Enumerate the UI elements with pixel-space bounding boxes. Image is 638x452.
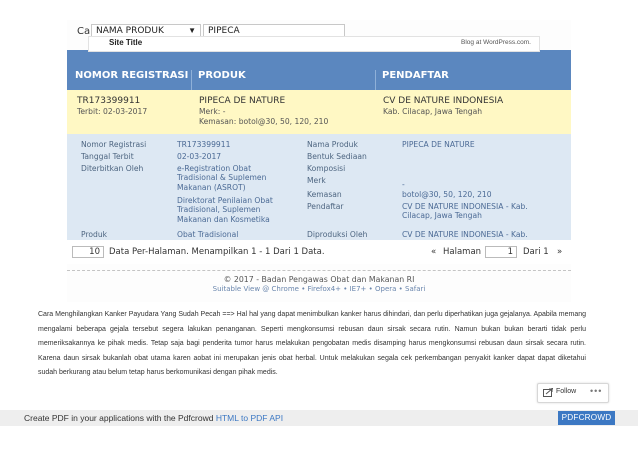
column-divider — [191, 70, 192, 90]
detail-value: Obat Tradisional — [177, 230, 239, 239]
detail-value: Direktorat Penilaian Obat Tradisional, S… — [177, 196, 273, 224]
site-header: Site Title Blog at WordPress.com. — [88, 36, 540, 52]
column-header-product: PRODUK — [198, 70, 246, 81]
detail-label: Diproduksi Oleh — [307, 230, 368, 239]
detail-label: Komposisi — [307, 164, 346, 173]
detail-label: Nama Produk — [307, 140, 358, 149]
pdfcrowd-message: Create PDF in your applications with the… — [24, 413, 214, 423]
detail-label: Bentuk Sediaan — [307, 152, 367, 161]
footer-divider — [67, 270, 571, 272]
browser-compat-text: Suitable View @ Chrome • Firefox4+ • IE7… — [212, 285, 426, 293]
per-page-input: 10 — [72, 246, 104, 258]
search-field-value: NAMA PRODUK — [96, 26, 164, 36]
embedded-screenshot: Cari NAMA PRODUK ▼ PIPECA NOMOR REGISTRA… — [67, 20, 571, 302]
column-header-registration: NOMOR REGISTRASI — [75, 70, 189, 81]
detail-value: TR173399911 — [177, 140, 231, 149]
follow-icon — [543, 388, 553, 397]
reg-number: TR173399911 — [77, 96, 141, 106]
registrant-name: CV DE NATURE INDONESIA — [383, 96, 504, 106]
detail-label: Kemasan — [307, 190, 342, 199]
chevron-down-icon: ▼ — [188, 26, 196, 35]
html-to-pdf-link[interactable]: HTML to PDF API — [216, 413, 283, 423]
table-header: NOMOR REGISTRASI PRODUK PENDAFTAR — [67, 50, 571, 90]
column-divider — [375, 70, 376, 90]
product-name: PIPECA DE NATURE — [199, 96, 286, 106]
detail-label: Nomor Registrasi — [81, 140, 147, 149]
detail-label: Tanggal Terbit — [81, 152, 134, 161]
registrant-location: Kab. Cilacap, Jawa Tengah — [383, 107, 483, 116]
copyright-text: © 2017 - Badan Pengawas Obat dan Makanan… — [223, 275, 415, 284]
site-title-link[interactable]: Site Title — [109, 38, 142, 47]
next-page-arrow: » — [557, 247, 563, 257]
detail-label: Diterbitkan Oleh — [81, 164, 144, 173]
pagination-bar: 10 Data Per-Halaman. Menampilkan 1 - 1 D… — [67, 240, 571, 264]
page-label: Halaman — [443, 247, 482, 257]
wordpress-blog-link[interactable]: Blog at WordPress.com. — [461, 39, 531, 46]
issued-date: Terbit: 02-03-2017 — [77, 107, 148, 116]
search-query-value: PIPECA — [208, 26, 240, 36]
pdfcrowd-bar: Create PDF in your applications with the… — [0, 410, 638, 426]
product-brand: Merk: - — [199, 107, 226, 116]
column-header-registrant: PENDAFTAR — [382, 70, 449, 81]
detail-value: - — [402, 180, 405, 189]
article-paragraph: Cara Menghilangkan Kanker Payudara Yang … — [38, 311, 586, 376]
page: Cari NAMA PRODUK ▼ PIPECA NOMOR REGISTRA… — [0, 0, 638, 452]
detail-value: e-Registration Obat Tradisional & Suplem… — [177, 164, 267, 192]
page-total: Dari 1 — [523, 247, 549, 257]
detail-label: Pendaftar — [307, 202, 344, 211]
follow-label: Follow — [556, 388, 577, 395]
follow-button[interactable]: Follow ••• — [537, 383, 609, 403]
detail-value: 02-03-2017 — [177, 152, 222, 161]
detail-value: CV DE NATURE INDONESIA - Kab. Cilacap, J… — [402, 202, 528, 221]
page-number-input: 1 — [485, 246, 517, 258]
prev-page-arrow: « — [431, 247, 437, 257]
detail-label: Merk — [307, 176, 326, 185]
detail-label: Produk — [81, 230, 108, 239]
product-packaging: Kemasan: botol@30, 50, 120, 210 — [199, 117, 329, 126]
table-row: TR173399911 Terbit: 02-03-2017 PIPECA DE… — [67, 90, 571, 135]
more-options-icon[interactable]: ••• — [590, 386, 602, 396]
detail-value: botol@30, 50, 120, 210 — [402, 190, 492, 199]
pdfcrowd-button[interactable]: PDFCROWD — [558, 411, 615, 425]
detail-value: PIPECA DE NATURE — [402, 140, 475, 149]
pagination-summary: Data Per-Halaman. Menampilkan 1 - 1 Dari… — [109, 247, 325, 257]
pdfcrowd-text: Create PDF in your applications with the… — [24, 413, 283, 423]
detail-panel: Nomor Registrasi Tanggal Terbit Diterbit… — [67, 134, 571, 248]
